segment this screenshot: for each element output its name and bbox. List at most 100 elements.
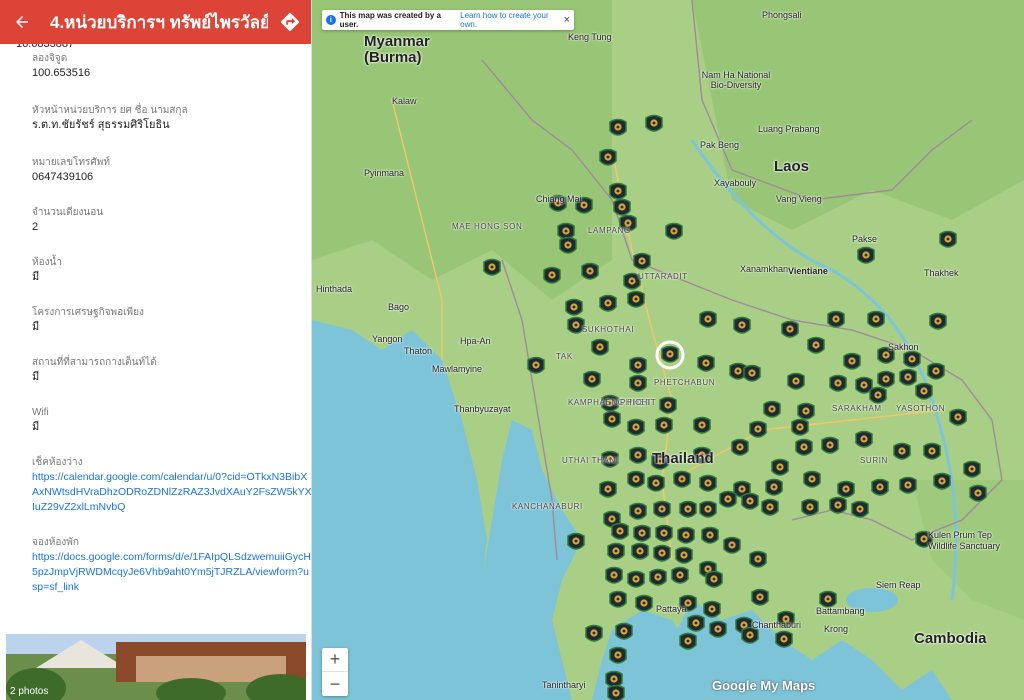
police-marker-icon[interactable] bbox=[949, 408, 967, 426]
police-marker-icon[interactable] bbox=[741, 492, 759, 510]
police-marker-icon[interactable] bbox=[699, 310, 717, 328]
police-marker-icon[interactable] bbox=[797, 402, 815, 420]
police-marker-icon[interactable] bbox=[567, 532, 585, 550]
police-marker-icon[interactable] bbox=[557, 222, 575, 240]
police-marker-icon[interactable] bbox=[635, 594, 653, 612]
police-marker-icon[interactable] bbox=[829, 374, 847, 392]
police-marker-icon[interactable] bbox=[607, 684, 625, 700]
police-marker-icon[interactable] bbox=[609, 590, 627, 608]
police-marker-icon[interactable] bbox=[581, 262, 599, 280]
police-marker-icon[interactable] bbox=[527, 356, 545, 374]
police-marker-icon[interactable] bbox=[559, 236, 577, 254]
zoom-out-button[interactable]: − bbox=[322, 672, 348, 696]
police-marker-icon[interactable] bbox=[565, 298, 583, 316]
police-marker-icon[interactable] bbox=[701, 526, 719, 544]
police-marker-icon[interactable] bbox=[675, 546, 693, 564]
police-marker-icon[interactable] bbox=[929, 312, 947, 330]
police-marker-icon[interactable] bbox=[627, 570, 645, 588]
police-marker-icon[interactable] bbox=[677, 526, 695, 544]
police-marker-icon[interactable] bbox=[607, 542, 625, 560]
police-marker-icon[interactable] bbox=[821, 436, 839, 454]
police-marker-icon[interactable] bbox=[599, 148, 617, 166]
map-canvas[interactable]: Myanmar (Burma) Laos Thailand Cambodia V… bbox=[312, 0, 1024, 700]
police-marker-icon[interactable] bbox=[705, 570, 723, 588]
police-marker-icon[interactable] bbox=[763, 400, 781, 418]
police-marker-icon[interactable] bbox=[693, 416, 711, 434]
police-marker-icon[interactable] bbox=[665, 222, 683, 240]
police-marker-icon[interactable] bbox=[923, 442, 941, 460]
police-marker-icon[interactable] bbox=[605, 670, 623, 688]
police-marker-icon[interactable] bbox=[627, 418, 645, 436]
police-marker-icon[interactable] bbox=[775, 630, 793, 648]
police-marker-icon[interactable] bbox=[969, 484, 987, 502]
police-marker-icon[interactable] bbox=[653, 500, 671, 518]
police-marker-icon[interactable] bbox=[659, 396, 677, 414]
police-marker-icon[interactable] bbox=[801, 498, 819, 516]
police-marker-icon[interactable] bbox=[629, 356, 647, 374]
police-marker-icon[interactable] bbox=[687, 614, 705, 632]
police-marker-icon[interactable] bbox=[933, 472, 951, 490]
police-marker-icon[interactable] bbox=[843, 352, 861, 370]
police-marker-icon[interactable] bbox=[751, 588, 769, 606]
police-marker-icon[interactable] bbox=[899, 476, 917, 494]
police-marker-icon[interactable] bbox=[893, 442, 911, 460]
police-marker-icon[interactable] bbox=[851, 500, 869, 518]
create-own-map-link[interactable]: Learn how to create your own. bbox=[460, 11, 563, 29]
police-marker-icon[interactable] bbox=[679, 632, 697, 650]
police-marker-icon[interactable] bbox=[749, 550, 767, 568]
police-marker-icon[interactable] bbox=[723, 536, 741, 554]
police-marker-icon[interactable] bbox=[699, 500, 717, 518]
police-marker-icon[interactable] bbox=[629, 374, 647, 392]
police-marker-icon[interactable] bbox=[765, 478, 783, 496]
police-marker-icon[interactable] bbox=[771, 458, 789, 476]
police-marker-icon[interactable] bbox=[807, 336, 825, 354]
police-marker-icon[interactable] bbox=[867, 310, 885, 328]
police-marker-icon[interactable] bbox=[649, 568, 667, 586]
police-marker-icon[interactable] bbox=[731, 438, 749, 456]
police-marker-icon[interactable] bbox=[599, 480, 617, 498]
police-marker-icon[interactable] bbox=[749, 420, 767, 438]
police-marker-icon[interactable] bbox=[647, 474, 665, 492]
police-marker-icon[interactable] bbox=[857, 246, 875, 264]
police-marker-icon[interactable] bbox=[869, 386, 887, 404]
zoom-in-button[interactable]: + bbox=[322, 648, 348, 672]
police-marker-icon[interactable] bbox=[699, 474, 717, 492]
police-marker-icon[interactable] bbox=[615, 622, 633, 640]
police-marker-icon[interactable] bbox=[709, 620, 727, 638]
police-marker-icon[interactable] bbox=[791, 418, 809, 436]
police-marker-icon[interactable] bbox=[583, 370, 601, 388]
police-marker-icon[interactable] bbox=[629, 446, 647, 464]
police-marker-icon[interactable] bbox=[603, 410, 621, 428]
police-marker-icon[interactable] bbox=[761, 498, 779, 516]
police-marker-icon[interactable] bbox=[827, 310, 845, 328]
field-link[interactable]: https://calendar.google.com/calendar/u/0… bbox=[32, 470, 311, 515]
police-marker-icon[interactable] bbox=[733, 316, 751, 334]
police-marker-icon[interactable] bbox=[795, 438, 813, 456]
police-marker-icon[interactable] bbox=[655, 416, 673, 434]
police-marker-icon[interactable] bbox=[627, 470, 645, 488]
place-photo[interactable] bbox=[6, 634, 306, 700]
police-marker-icon[interactable] bbox=[877, 370, 895, 388]
police-marker-icon[interactable] bbox=[939, 230, 957, 248]
police-marker-icon[interactable] bbox=[829, 496, 847, 514]
directions-button[interactable] bbox=[268, 0, 311, 44]
police-marker-icon[interactable] bbox=[673, 470, 691, 488]
police-marker-icon[interactable] bbox=[927, 362, 945, 380]
police-marker-icon[interactable] bbox=[963, 460, 981, 478]
police-marker-icon[interactable] bbox=[483, 258, 501, 276]
police-marker-icon[interactable] bbox=[661, 345, 679, 363]
police-marker-icon[interactable] bbox=[543, 266, 561, 284]
police-marker-icon[interactable] bbox=[631, 542, 649, 560]
police-marker-icon[interactable] bbox=[633, 524, 651, 542]
police-marker-icon[interactable] bbox=[629, 502, 647, 520]
police-marker-icon[interactable] bbox=[787, 372, 805, 390]
police-marker-icon[interactable] bbox=[671, 566, 689, 584]
close-icon[interactable]: × bbox=[564, 14, 570, 26]
police-marker-icon[interactable] bbox=[613, 198, 631, 216]
police-marker-icon[interactable] bbox=[627, 290, 645, 308]
police-marker-icon[interactable] bbox=[743, 364, 761, 382]
police-marker-icon[interactable] bbox=[645, 114, 663, 132]
police-marker-icon[interactable] bbox=[837, 480, 855, 498]
back-button[interactable] bbox=[0, 0, 44, 44]
police-marker-icon[interactable] bbox=[679, 500, 697, 518]
